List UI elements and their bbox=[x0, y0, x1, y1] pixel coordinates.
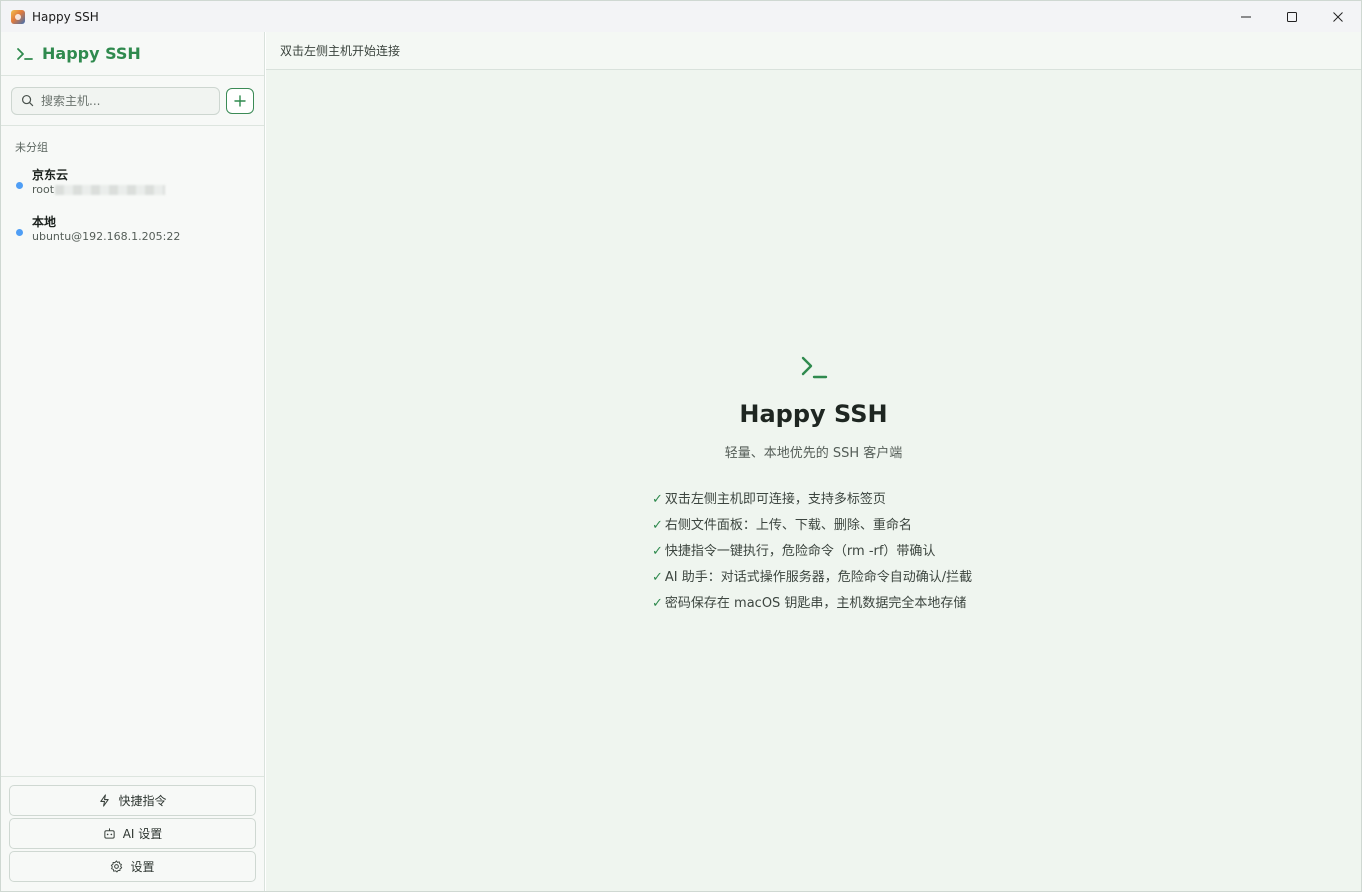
search-input[interactable] bbox=[41, 93, 211, 108]
settings-label: 设置 bbox=[130, 860, 155, 874]
list-item: ✓ 快捷指令一键执行，危险命令（rm -rf）带确认 bbox=[652, 539, 972, 565]
minimize-icon bbox=[1241, 16, 1251, 17]
welcome-title: Happy SSH bbox=[739, 400, 888, 428]
host-address: root bbox=[32, 183, 264, 197]
app-window: Happy SSH Happy SSH 搜索主机... 未分组 京东云 root… bbox=[0, 0, 1362, 892]
search-icon bbox=[21, 94, 34, 107]
quick-commands-label: 快捷指令 bbox=[118, 794, 167, 808]
feature-text: AI 助手：对话式操作服务器，危险命令自动确认/拦截 bbox=[664, 570, 973, 585]
add-host-button[interactable] bbox=[226, 87, 254, 114]
check-icon: ✓ bbox=[652, 596, 663, 611]
check-icon: ✓ bbox=[652, 570, 663, 585]
app-logo-icon bbox=[11, 9, 25, 24]
redacted-mask bbox=[55, 185, 166, 195]
plus-icon bbox=[234, 94, 246, 107]
host-item[interactable]: 京东云 root bbox=[1, 161, 264, 208]
check-icon: ✓ bbox=[652, 518, 663, 533]
feature-text: 右侧文件面板：上传、下载、删除、重命名 bbox=[664, 518, 912, 533]
minimize-button[interactable] bbox=[1223, 1, 1269, 32]
search-box[interactable] bbox=[11, 86, 220, 115]
ai-settings-label: AI 设置 bbox=[122, 827, 163, 841]
feature-text: 快捷指令一键执行，危险命令（rm -rf）带确认 bbox=[664, 544, 936, 559]
close-icon bbox=[1333, 11, 1343, 22]
window-controls bbox=[1223, 1, 1361, 32]
sidebar-brand: Happy SSH bbox=[1, 32, 264, 76]
window-title: Happy SSH bbox=[32, 9, 99, 24]
host-address: ubuntu@192.168.1.205:22 bbox=[32, 230, 181, 243]
search-row bbox=[1, 76, 264, 126]
title-bar: Happy SSH bbox=[1, 1, 1361, 32]
brand-name: Happy SSH bbox=[42, 44, 141, 63]
main-panel: 双击左侧主机开始连接 Happy SSH 轻量、本地优先的 SSH 客户端 ✓ 双… bbox=[266, 32, 1361, 891]
welcome-subtitle: 轻量、本地优先的 SSH 客户端 bbox=[724, 446, 903, 461]
main-header: 双击左侧主机开始连接 bbox=[266, 32, 1361, 70]
terminal-prompt-icon bbox=[17, 47, 33, 60]
host-name: 京东云 bbox=[32, 168, 69, 182]
close-button[interactable] bbox=[1315, 1, 1361, 32]
host-list: 京东云 root 本地 ubuntu@192.168.1.205:22 bbox=[1, 161, 264, 255]
robot-icon bbox=[104, 828, 115, 839]
maximize-button[interactable] bbox=[1269, 1, 1315, 32]
maximize-icon bbox=[1287, 11, 1297, 22]
check-icon: ✓ bbox=[652, 544, 663, 559]
sidebar-actions: 快捷指令 AI 设置 设置 bbox=[1, 776, 264, 891]
sidebar: Happy SSH 未分组 京东云 root bbox=[1, 32, 265, 891]
list-item: ✓ 密码保存在 macOS 钥匙串，主机数据完全本地存储 bbox=[652, 591, 972, 617]
host-address-text: root bbox=[32, 183, 55, 196]
feature-list: ✓ 双击左侧主机即可连接，支持多标签页 ✓ 右侧文件面板：上传、下载、删除、重命名 … bbox=[652, 487, 972, 617]
feature-text: 双击左侧主机即可连接，支持多标签页 bbox=[664, 492, 886, 507]
ai-settings-button[interactable]: AI 设置 bbox=[9, 818, 256, 849]
welcome-screen: Happy SSH 轻量、本地优先的 SSH 客户端 ✓ 双击左侧主机即可连接，支… bbox=[266, 352, 1361, 611]
lightning-icon bbox=[100, 794, 110, 807]
terminal-prompt-icon bbox=[801, 356, 827, 379]
host-name: 本地 bbox=[32, 215, 57, 229]
list-item: ✓ AI 助手：对话式操作服务器，危险命令自动确认/拦截 bbox=[652, 565, 972, 591]
gear-icon bbox=[111, 860, 123, 873]
settings-button[interactable]: 设置 bbox=[9, 851, 256, 882]
check-icon: ✓ bbox=[652, 492, 663, 507]
group-label: 未分组 bbox=[15, 141, 48, 154]
status-dot bbox=[16, 182, 23, 189]
list-item: ✓ 右侧文件面板：上传、下载、删除、重命名 bbox=[652, 513, 972, 539]
status-dot bbox=[16, 229, 23, 236]
quick-commands-button[interactable]: 快捷指令 bbox=[9, 785, 256, 816]
feature-text: 密码保存在 macOS 钥匙串，主机数据完全本地存储 bbox=[664, 596, 967, 611]
list-item: ✓ 双击左侧主机即可连接，支持多标签页 bbox=[652, 487, 972, 513]
host-item[interactable]: 本地 ubuntu@192.168.1.205:22 bbox=[1, 208, 264, 255]
